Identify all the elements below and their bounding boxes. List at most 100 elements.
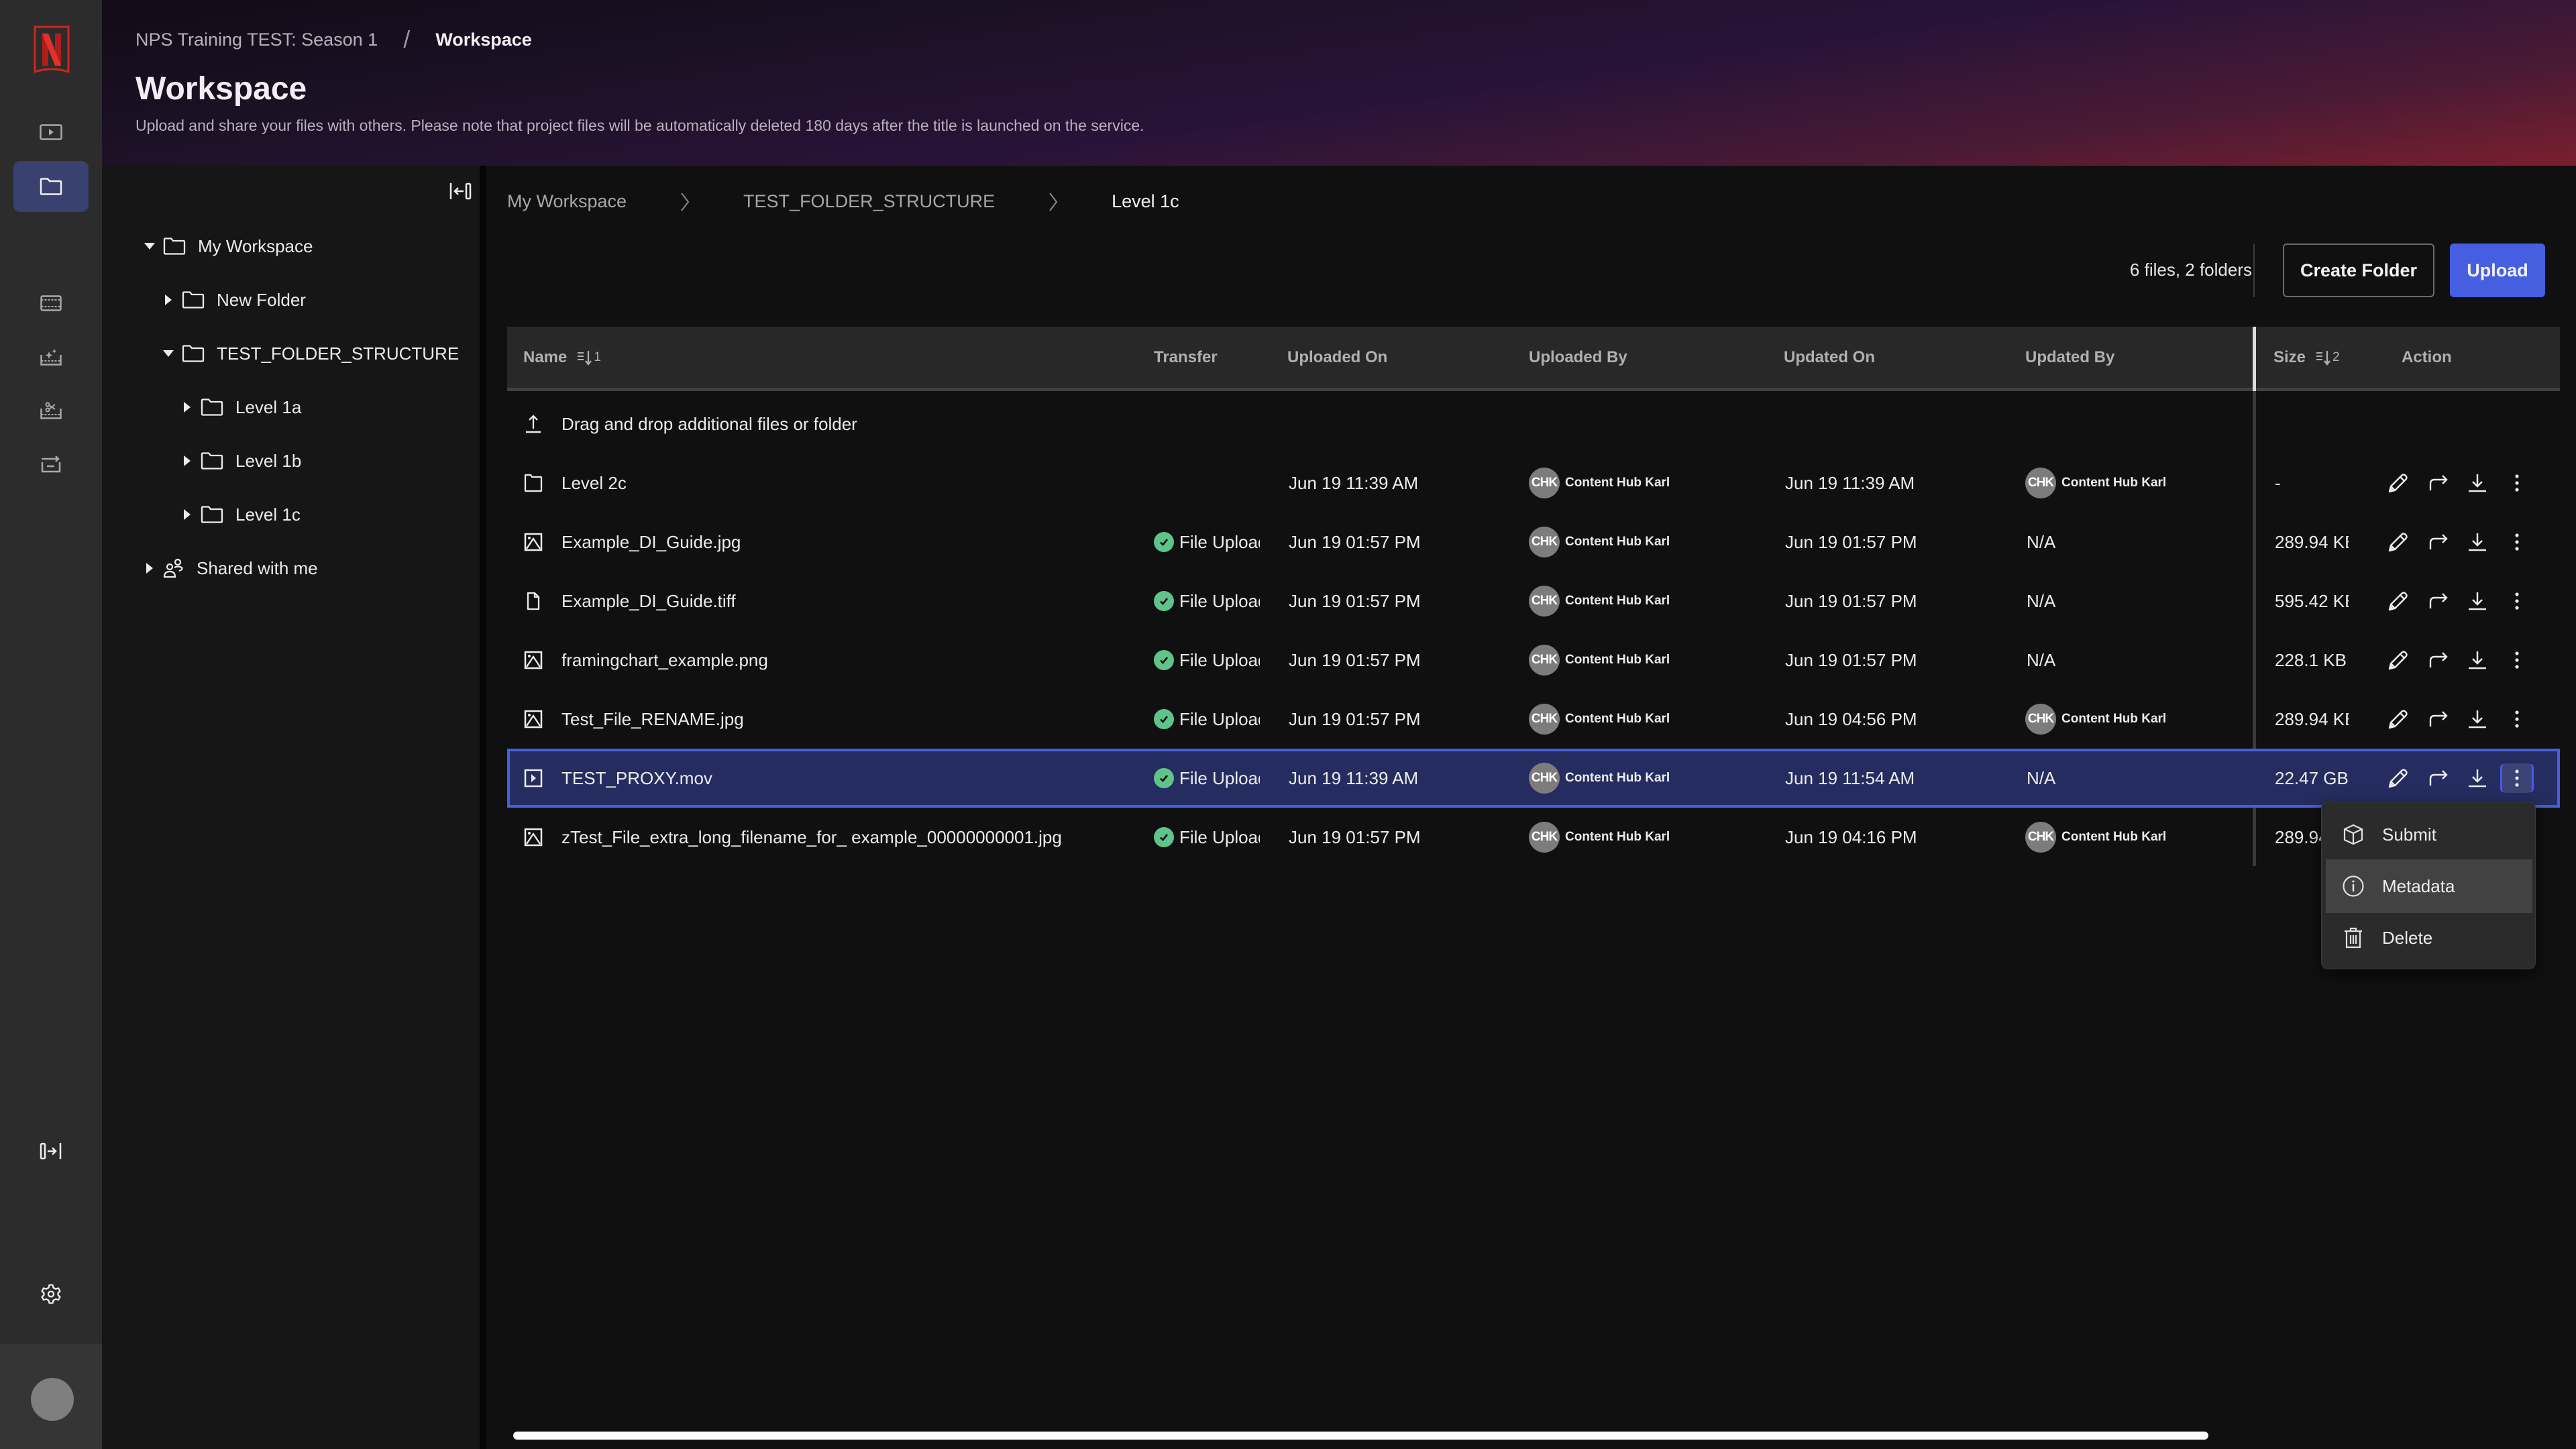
- breadcrumb-my-workspace[interactable]: My Workspace: [507, 191, 627, 212]
- page-title: Workspace: [136, 71, 307, 107]
- table-row[interactable]: zTest_File_extra_long_filename_for_ exam…: [507, 808, 2560, 867]
- folder-icon: [201, 452, 223, 470]
- rename-button[interactable]: [2383, 468, 2413, 498]
- caret-right-icon[interactable]: [140, 562, 159, 574]
- download-button[interactable]: [2463, 704, 2492, 734]
- trash-icon: [2342, 926, 2365, 949]
- rename-icon: [2387, 531, 2410, 553]
- settings-button[interactable]: [13, 1269, 89, 1320]
- tree-item-level-1c[interactable]: Level 1c: [178, 494, 301, 535]
- avatar[interactable]: [31, 1378, 74, 1421]
- tree-item-level-1b[interactable]: Level 1b: [178, 441, 301, 481]
- download-button[interactable]: [2463, 468, 2492, 498]
- horizontal-scrollbar[interactable]: [513, 1432, 2208, 1440]
- updated-by: N/A: [2027, 531, 2056, 552]
- column-header-uploaded-on[interactable]: Uploaded On: [1287, 327, 1387, 388]
- more-button[interactable]: [2502, 527, 2532, 557]
- page-header: NPS Training TEST: Season 1 / Workspace …: [102, 0, 2576, 166]
- breadcrumb-test-folder-structure[interactable]: TEST_FOLDER_STRUCTURE: [743, 191, 995, 212]
- file-name[interactable]: Level 2c: [561, 453, 1138, 513]
- rail-media-button[interactable]: [13, 278, 89, 329]
- rename-button[interactable]: [2383, 645, 2413, 675]
- menu-item-submit[interactable]: Submit: [2326, 808, 2532, 861]
- file-name[interactable]: Test_File_RENAME.jpg: [561, 690, 1138, 749]
- rename-icon: [2387, 649, 2410, 672]
- more-button[interactable]: [2502, 763, 2532, 793]
- upload-button[interactable]: Upload: [2450, 244, 2545, 297]
- share-button[interactable]: [2424, 586, 2453, 616]
- more-button[interactable]: [2502, 468, 2532, 498]
- share-button[interactable]: [2424, 527, 2453, 557]
- rail-edit-button[interactable]: [13, 385, 89, 436]
- column-header-uploaded-by[interactable]: Uploaded By: [1529, 327, 1627, 388]
- rail-deliveries-button[interactable]: [13, 439, 89, 490]
- menu-item-metadata[interactable]: Metadata: [2326, 859, 2532, 913]
- file-name[interactable]: TEST_PROXY.mov: [561, 749, 1138, 808]
- panel-resize-handle[interactable]: [480, 166, 486, 1449]
- more-button[interactable]: [2502, 704, 2532, 734]
- file-name[interactable]: zTest_File_extra_long_filename_for_ exam…: [561, 808, 1138, 867]
- menu-item-label: Delete: [2382, 927, 2433, 948]
- column-resize-handle[interactable]: [2253, 327, 2256, 391]
- file-name[interactable]: framingchart_example.png: [561, 631, 1138, 690]
- tree-item-my-workspace[interactable]: My Workspace: [140, 226, 313, 266]
- rename-button[interactable]: [2383, 704, 2413, 734]
- rename-button[interactable]: [2383, 763, 2413, 793]
- menu-item-delete[interactable]: Delete: [2326, 911, 2532, 965]
- caret-right-icon[interactable]: [178, 455, 197, 467]
- expand-panel-button[interactable]: [13, 1126, 89, 1177]
- caret-right-icon[interactable]: [178, 401, 197, 413]
- more-icon: [2514, 532, 2520, 552]
- column-header-size[interactable]: Size 2: [2273, 327, 2340, 388]
- tray-arrow-icon: [41, 455, 61, 473]
- share-button[interactable]: [2424, 704, 2453, 734]
- tree-item-test-folder-structure[interactable]: TEST_FOLDER_STRUCTURE: [159, 333, 459, 374]
- column-header-name[interactable]: Name 1: [523, 327, 601, 388]
- caret-right-icon[interactable]: [178, 508, 197, 521]
- rename-icon: [2387, 590, 2410, 612]
- table-row[interactable]: TEST_PROXY.mov File Uploaded Jun 19 11:39 …: [507, 749, 2560, 808]
- tree-item-level-1a[interactable]: Level 1a: [178, 387, 301, 427]
- more-button[interactable]: [2502, 586, 2532, 616]
- download-button[interactable]: [2463, 586, 2492, 616]
- column-header-updated-by[interactable]: Updated By: [2025, 327, 2114, 388]
- share-button[interactable]: [2424, 763, 2453, 793]
- create-folder-button[interactable]: Create Folder: [2283, 244, 2434, 297]
- table-row[interactable]: framingchart_example.png File Uploaded Jun…: [507, 631, 2560, 690]
- file-name[interactable]: Example_DI_Guide.tiff: [561, 572, 1138, 631]
- caret-down-icon[interactable]: [159, 350, 178, 358]
- column-header-updated-on[interactable]: Updated On: [1784, 327, 1875, 388]
- user-name: Content Hub Karl: [1565, 771, 1670, 785]
- chevron-right-icon: [1049, 192, 1058, 212]
- rename-button[interactable]: [2383, 586, 2413, 616]
- drop-zone-label: Drag and drop additional files or folder: [561, 413, 857, 434]
- file-name[interactable]: Example_DI_Guide.jpg: [561, 513, 1138, 572]
- transfer-status: File Uploaded: [1154, 808, 1260, 867]
- caret-down-icon[interactable]: [140, 242, 159, 250]
- table-row[interactable]: Test_File_RENAME.jpg File Uploaded Jun 19 …: [507, 690, 2560, 749]
- collapse-tree-button[interactable]: [445, 179, 475, 203]
- table-row[interactable]: Level 2c Jun 19 11:39 AM CHK Content Hub Ka…: [507, 453, 2560, 513]
- share-button[interactable]: [2424, 468, 2453, 498]
- drop-zone-row[interactable]: Drag and drop additional files or folder: [507, 394, 2560, 453]
- rename-button[interactable]: [2383, 527, 2413, 557]
- rail-vfx-button[interactable]: [13, 331, 89, 382]
- share-button[interactable]: [2424, 645, 2453, 675]
- tree-item-new-folder[interactable]: New Folder: [159, 280, 306, 320]
- download-button[interactable]: [2463, 527, 2492, 557]
- netflix-logo[interactable]: [32, 23, 72, 77]
- download-icon: [2467, 767, 2488, 789]
- download-button[interactable]: [2463, 763, 2492, 793]
- column-header-transfer[interactable]: Transfer: [1154, 327, 1218, 388]
- breadcrumb-project-link[interactable]: NPS Training TEST: Season 1: [136, 30, 378, 50]
- file-size: 289.94 KB: [2275, 708, 2349, 729]
- caret-right-icon[interactable]: [159, 294, 178, 306]
- rail-titles-button[interactable]: [13, 107, 89, 158]
- rail-workspace-button[interactable]: [13, 161, 89, 212]
- updated-on: Jun 19 11:54 AM: [1785, 767, 1915, 788]
- tree-item-shared-with-me[interactable]: Shared with me: [140, 548, 318, 588]
- table-row[interactable]: Example_DI_Guide.jpg File Uploaded Jun 19 …: [507, 513, 2560, 572]
- more-button[interactable]: [2502, 645, 2532, 675]
- table-row[interactable]: Example_DI_Guide.tiff File Uploaded Jun 19…: [507, 572, 2560, 631]
- download-button[interactable]: [2463, 645, 2492, 675]
